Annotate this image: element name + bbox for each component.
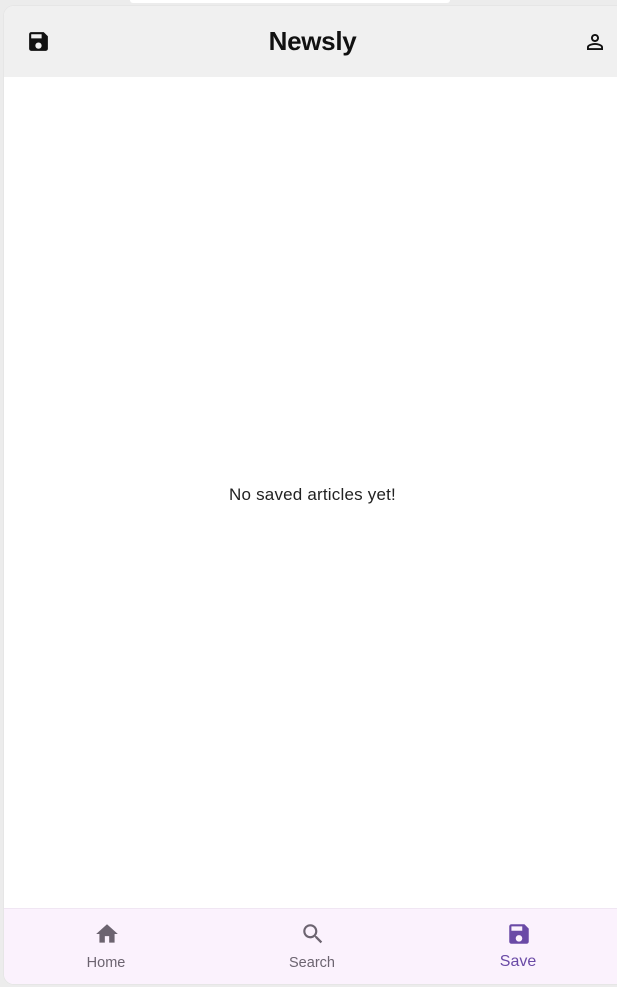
save-icon (506, 921, 532, 947)
search-icon (300, 921, 326, 947)
person-icon[interactable] (583, 30, 607, 54)
bottom-navigation: Home Search Save (4, 908, 617, 984)
empty-state-message: No saved articles yet! (229, 485, 396, 504)
nav-label-search: Search (289, 955, 335, 971)
saved-articles-area: No saved articles yet! (4, 77, 617, 909)
app-screen: Newsly No saved articles yet! Home Searc… (4, 6, 617, 984)
nav-item-home[interactable]: Home (31, 909, 181, 984)
status-pill (130, 0, 450, 3)
nav-label-save: Save (499, 953, 537, 970)
nav-label-home: Home (86, 955, 126, 971)
home-icon (94, 921, 120, 947)
nav-item-save[interactable]: Save (443, 909, 593, 984)
nav-item-search[interactable]: Search (237, 909, 387, 984)
app-title: Newsly (268, 26, 357, 56)
app-bar: Newsly (4, 6, 617, 77)
